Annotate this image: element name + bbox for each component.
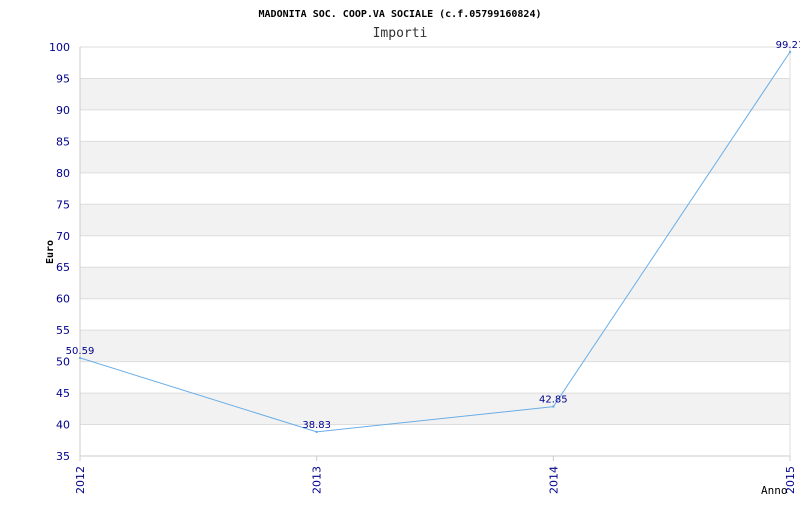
y-tick-label: 70 [56,230,70,243]
grid-band [80,141,790,173]
data-point [78,356,82,360]
y-tick-label: 40 [56,419,70,432]
data-point [315,430,318,434]
grid-band [80,78,790,110]
data-label: 38.83 [302,420,331,431]
y-tick-label: 45 [56,387,70,400]
background-bands [80,78,790,425]
y-axis-label: Euro [45,240,56,264]
y-tick-label: 65 [56,261,70,274]
chart-subtitle: Importi [373,26,428,41]
x-tick-labels: 2012 2013 2014 2015 [74,456,797,494]
y-tick-label: 50 [56,356,70,369]
data-label: 50.59 [66,346,95,357]
y-tick-label: 90 [56,104,70,117]
x-tick-label: 2012 [74,466,87,494]
grid-band [80,267,790,299]
grid-band [80,330,790,362]
chart-svg: 35 40 45 50 55 60 65 70 75 80 85 90 95 100 2012 2013 20… [45,9,800,497]
data-label: 42.85 [539,395,568,406]
data-label: 99.21 [776,40,800,51]
y-tick-label: 80 [56,167,70,180]
grid-band [80,393,790,425]
data-point [788,50,792,54]
chart-title: MADONITA SOC. COOP.VA SOCIALE (c.f.05799… [259,9,542,20]
data-point [552,405,555,408]
y-tick-label: 35 [56,450,70,463]
y-tick-label: 55 [56,324,70,337]
y-tick-label: 95 [56,72,70,85]
chart: 35 40 45 50 55 60 65 70 75 80 85 90 95 100 2012 2013 20… [0,0,800,500]
x-tick-label: 2013 [311,466,324,494]
grid-band [80,204,790,236]
y-tick-label: 60 [56,293,70,306]
y-tick-label: 100 [49,41,70,54]
x-axis-label: Anno [761,484,788,497]
y-tick-label: 85 [56,135,70,148]
y-tick-label: 75 [56,198,70,211]
x-tick-label: 2014 [547,466,560,494]
